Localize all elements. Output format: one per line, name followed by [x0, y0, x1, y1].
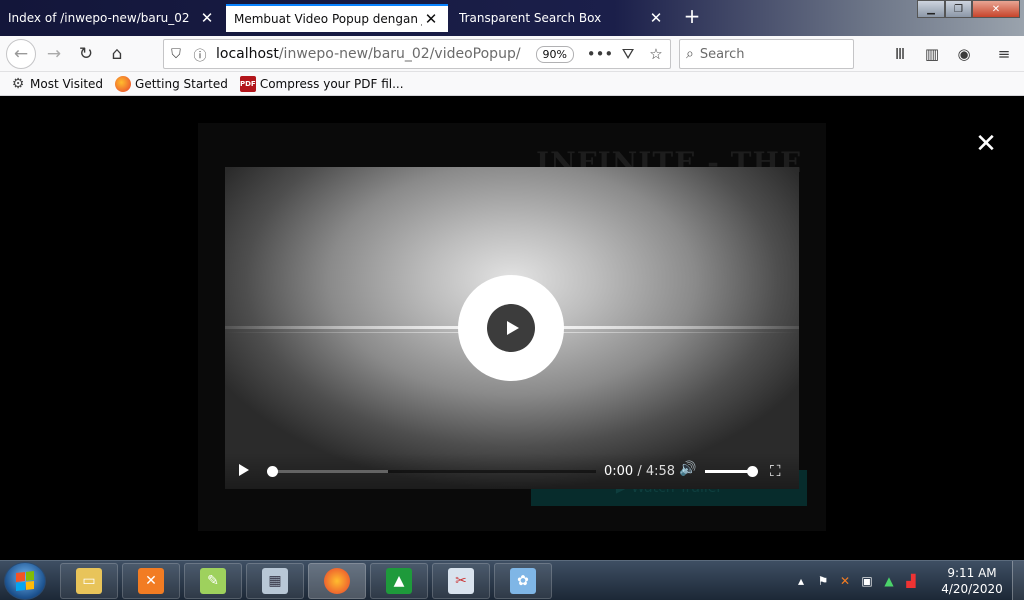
url-bar[interactable]: ⛉ ⓘ localhost/inwepo-new/baru_02/videoPo…	[163, 39, 671, 69]
show-desktop-button[interactable]	[1012, 561, 1024, 600]
clock-time: 9:11 AM	[947, 566, 997, 580]
volume-icon[interactable]: 🔊	[679, 461, 696, 477]
play-pause-button[interactable]	[239, 464, 249, 476]
reload-button[interactable]: ↻	[72, 40, 100, 68]
tab-label: Index of /inwepo-new/baru_02	[8, 11, 190, 25]
calculator-icon: ▦	[262, 568, 288, 594]
shield-icon[interactable]: ⛉	[164, 47, 188, 62]
popup-close-icon[interactable]: ✕	[972, 130, 1000, 158]
tab-search-box[interactable]: Transparent Search Box ✕	[451, 4, 673, 32]
info-icon[interactable]: ⓘ	[188, 45, 212, 64]
back-button[interactable]: ←	[6, 39, 36, 69]
video-controls: 0:00 / 4:58 🔊 ⛶	[225, 453, 799, 489]
menu-icon[interactable]: ≡	[990, 40, 1018, 68]
new-tab-button[interactable]: +	[680, 6, 704, 28]
taskbar-notepad[interactable]: ✎	[184, 563, 242, 599]
pocket-icon[interactable]: ⛛	[614, 45, 642, 63]
time-separator: /	[637, 464, 642, 479]
volume-handle[interactable]	[747, 466, 758, 477]
tab-label: Transparent Search Box	[459, 11, 602, 25]
video-player[interactable]: 0:00 / 4:58 🔊 ⛶	[225, 167, 799, 489]
volume-slider[interactable]	[705, 466, 758, 477]
close-icon[interactable]: ✕	[198, 10, 216, 26]
close-icon[interactable]: ✕	[422, 11, 440, 27]
bookmark-label: Most Visited	[30, 76, 104, 91]
search-box[interactable]: ⌕	[679, 39, 854, 69]
bookmark-most-visited[interactable]: ⚙ Most Visited	[10, 76, 103, 92]
forward-button[interactable]: →	[40, 40, 68, 68]
home-button[interactable]: ⌂	[103, 40, 131, 68]
taskbar-paint[interactable]: ✿	[494, 563, 552, 599]
notepad-icon: ✎	[200, 568, 226, 594]
taskbar-firefox[interactable]	[308, 563, 366, 599]
more-actions-icon[interactable]: •••	[586, 45, 614, 63]
xampp-icon: ✕	[138, 568, 164, 594]
taskbar-xampp[interactable]: ✕	[122, 563, 180, 599]
taskbar-snipping[interactable]: ✂	[432, 563, 490, 599]
seek-handle[interactable]	[267, 466, 278, 477]
scissors-icon: ✂	[448, 568, 474, 594]
bookmark-label: Compress your PDF fil...	[259, 76, 404, 91]
bookmark-label: Getting Started	[135, 76, 228, 91]
gear-icon: ⚙	[11, 75, 25, 92]
start-button[interactable]	[4, 562, 46, 600]
navigation-bar: ← → ↻ ⌂ ⛉ ⓘ localhost/inwepo-new/baru_02…	[0, 36, 1024, 72]
tray-xampp-icon[interactable]: ✕	[834, 574, 856, 588]
account-icon[interactable]: ◉	[950, 40, 978, 68]
duration: 4:58	[645, 464, 676, 479]
url-host: localhost	[216, 46, 279, 62]
time-display: 0:00 / 4:58	[604, 464, 675, 479]
tray-triangle-icon[interactable]: ▲	[878, 574, 900, 588]
bookmarks-bar: ⚙ Most Visited Getting Started PDF Compr…	[0, 72, 1024, 96]
taskbar-calculator[interactable]: ▦	[246, 563, 304, 599]
page-content: INFINITE - THE ▶ Watch Trailer ✕ 0:00 / …	[0, 96, 1024, 560]
tray-expand-icon[interactable]: ▴	[790, 574, 812, 588]
minimize-button[interactable]: ▁	[917, 0, 945, 18]
url-text[interactable]: localhost/inwepo-new/baru_02/videoPopup/	[216, 46, 536, 62]
network-signal-icon[interactable]: ▟	[900, 574, 922, 588]
triangle-app-icon: ▲	[386, 568, 412, 594]
fullscreen-icon[interactable]: ⛶	[770, 462, 781, 480]
library-icon[interactable]: Ⅲ	[886, 40, 914, 68]
buffered-range	[271, 470, 388, 473]
search-input[interactable]	[699, 46, 830, 62]
firefox-icon	[115, 75, 132, 92]
windows-logo-icon	[16, 571, 34, 591]
taskbar-explorer[interactable]: ▭	[60, 563, 118, 599]
search-icon: ⌕	[686, 46, 694, 62]
url-path: /inwepo-new/baru_02/videoPopup/	[278, 46, 521, 62]
taskbar-app-triangle[interactable]: ▲	[370, 563, 428, 599]
tab-label: Membuat Video Popup dengan JavaScript	[234, 12, 422, 26]
folder-icon: ▭	[76, 568, 102, 594]
bookmark-compress-pdf[interactable]: PDF Compress your PDF fil...	[239, 75, 404, 92]
firefox-icon	[324, 568, 350, 594]
paint-icon: ✿	[510, 568, 536, 594]
tab-index[interactable]: Index of /inwepo-new/baru_02 ✕	[0, 4, 224, 32]
zoom-indicator[interactable]: 90%	[535, 45, 574, 63]
tab-video-popup[interactable]: Membuat Video Popup dengan JavaScript ✕	[226, 4, 448, 32]
current-time: 0:00	[604, 464, 634, 479]
action-center-flag-icon[interactable]: ⚑	[812, 574, 834, 588]
window-close-button[interactable]: ✕	[972, 0, 1020, 18]
maximize-button[interactable]: ❐	[945, 0, 972, 18]
sidebar-icon[interactable]: ▥	[918, 40, 946, 68]
seek-bar[interactable]	[267, 466, 596, 477]
system-tray: ▴ ⚑ ✕ ▣ ▲ ▟	[790, 561, 922, 600]
tab-strip: Index of /inwepo-new/baru_02 ✕ Membuat V…	[0, 0, 1024, 36]
pdf-icon: PDF	[239, 75, 256, 92]
pdf-icon-lettering: PDF	[239, 79, 256, 88]
clock-date: 4/20/2020	[941, 582, 1003, 596]
play-icon	[487, 304, 535, 352]
taskbar: ▭ ✕ ✎ ▦ ▲ ✂ ✿ ▴ ⚑ ✕ ▣ ▲ ▟ 9:11 AM 4/20/2…	[0, 560, 1024, 600]
close-icon[interactable]: ✕	[647, 10, 665, 26]
tray-device-icon[interactable]: ▣	[856, 574, 878, 588]
big-play-button[interactable]	[458, 275, 564, 381]
system-clock[interactable]: 9:11 AM 4/20/2020	[936, 565, 1008, 597]
bookmark-star-icon[interactable]: ☆	[642, 45, 670, 63]
bookmark-getting-started[interactable]: Getting Started	[115, 75, 228, 92]
